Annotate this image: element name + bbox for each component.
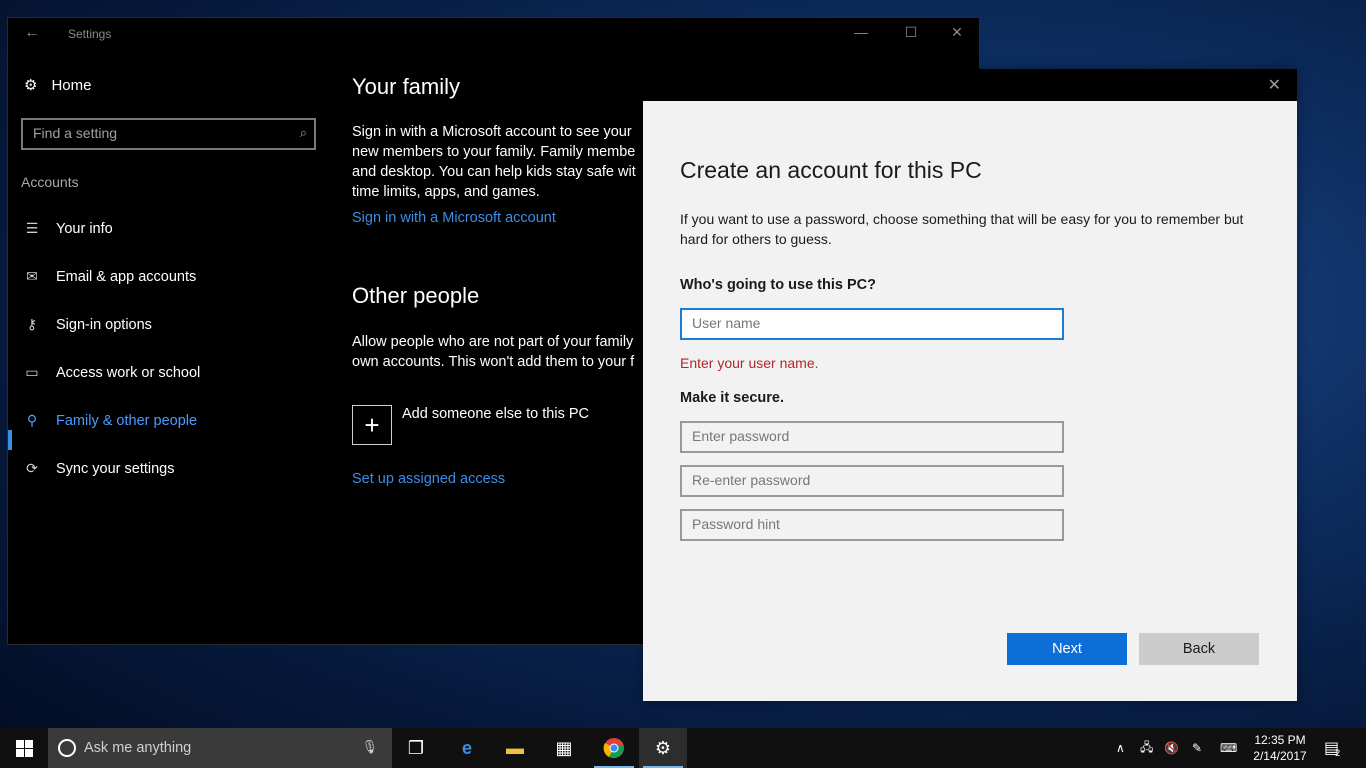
- sidebar-item-sync[interactable]: ⟳ Sync your settings: [24, 460, 174, 477]
- settings-titlebar: ← Settings — ☐ ✕: [8, 18, 979, 50]
- sidebar-home[interactable]: ⚙ Home: [24, 76, 92, 95]
- cortana-icon: [58, 739, 76, 757]
- active-indicator: [8, 430, 12, 450]
- family-title: Your family: [352, 74, 461, 99]
- family-text-line: and desktop. You can help kids stay safe…: [352, 164, 636, 180]
- other-people-title: Other people: [352, 283, 480, 308]
- task-view-icon[interactable]: ❐: [392, 728, 440, 768]
- file-explorer-icon[interactable]: ▬: [491, 728, 539, 768]
- sidebar-item-family[interactable]: ⚲ Family & other people: [24, 412, 197, 429]
- mail-icon: ✉: [26, 268, 38, 284]
- search-icon[interactable]: ⌕: [300, 125, 307, 141]
- volume-muted-icon[interactable]: 🔇: [1164, 728, 1179, 768]
- store-icon[interactable]: ▦: [540, 728, 588, 768]
- settings-gear-icon[interactable]: ⚙: [639, 728, 687, 768]
- home-label: Home: [51, 76, 92, 94]
- who-label: Who's going to use this PC?: [680, 277, 876, 293]
- username-error: Enter your user name.: [680, 355, 819, 371]
- key-icon: ⚷: [26, 316, 38, 332]
- chrome-logo: [603, 738, 624, 759]
- other-text-line: own accounts. This won't add them to you…: [352, 354, 635, 370]
- create-account-dialog: ✕ Create an account for this PC If you w…: [643, 69, 1297, 701]
- other-text-line: Allow people who are not part of your fa…: [352, 334, 634, 350]
- family-text-line: Sign in with a Microsoft account to see …: [352, 124, 632, 140]
- plus-icon: +: [364, 409, 380, 440]
- chrome-icon[interactable]: [590, 728, 638, 768]
- start-button[interactable]: [0, 728, 48, 768]
- back-arrow-icon[interactable]: ←: [24, 24, 40, 42]
- gear-icon: ⚙: [24, 77, 38, 94]
- secure-label: Make it secure.: [680, 390, 784, 406]
- minimize-button[interactable]: —: [838, 24, 884, 40]
- pen-icon[interactable]: ✎: [1192, 728, 1202, 768]
- sidebar-item-label: Access work or school: [56, 364, 201, 381]
- show-hidden-icons-icon[interactable]: ∧: [1116, 728, 1125, 768]
- username-input[interactable]: User name: [680, 308, 1064, 340]
- dialog-title: Create an account for this PC: [680, 157, 982, 183]
- family-text-line: new members to your family. Family membe: [352, 144, 636, 160]
- person-icon: ⚲: [26, 412, 38, 428]
- section-label: Accounts: [21, 174, 79, 190]
- reenter-password-input[interactable]: Re-enter password: [680, 465, 1064, 497]
- cortana-placeholder: Ask me anything: [84, 740, 192, 756]
- sync-icon: ⟳: [26, 460, 38, 476]
- assigned-access-link[interactable]: Set up assigned access: [352, 471, 505, 487]
- sidebar-item-label: Sync your settings: [56, 460, 175, 477]
- dialog-description: If you want to use a password, choose so…: [680, 211, 1244, 247]
- add-person-button[interactable]: +: [352, 405, 392, 445]
- sidebar-item-your-info[interactable]: ☰ Your info: [24, 220, 113, 237]
- sidebar-item-label: Your info: [56, 220, 113, 237]
- sidebar: ⚙ Home Find a setting ⌕ Accounts ☰ Your …: [8, 50, 328, 646]
- maximize-button[interactable]: ☐: [888, 24, 934, 41]
- clock-date: 2/14/2017: [1253, 749, 1307, 763]
- clock[interactable]: 12:35 PM 2/14/2017: [1250, 732, 1310, 764]
- network-icon[interactable]: 🖧: [1140, 728, 1153, 768]
- microsoft-signin-link[interactable]: Sign in with a Microsoft account: [352, 210, 556, 226]
- next-button[interactable]: Next: [1007, 633, 1127, 665]
- window-title: Settings: [68, 27, 112, 41]
- back-button[interactable]: Back: [1139, 633, 1259, 665]
- windows-logo-icon: [15, 739, 33, 757]
- microphone-icon[interactable]: 🎙: [361, 739, 378, 755]
- find-setting-input[interactable]: Find a setting ⌕: [21, 118, 316, 150]
- add-someone-label[interactable]: Add someone else to this PC: [402, 406, 589, 422]
- clock-time: 12:35 PM: [1254, 733, 1306, 747]
- sidebar-item-email-accounts[interactable]: ✉ Email & app accounts: [24, 268, 196, 285]
- dialog-close-icon[interactable]: ✕: [1268, 75, 1281, 95]
- edge-icon[interactable]: e: [443, 728, 491, 768]
- sidebar-item-label: Email & app accounts: [56, 268, 197, 285]
- user-info-icon: ☰: [25, 220, 39, 236]
- password-hint-input[interactable]: Password hint: [680, 509, 1064, 541]
- search-placeholder: Find a setting: [33, 125, 118, 141]
- family-text-line: time limits, apps, and games.: [352, 184, 540, 200]
- sidebar-item-label: Family & other people: [56, 412, 198, 429]
- notification-count: 2: [1335, 748, 1341, 758]
- sidebar-item-sign-in-options[interactable]: ⚷ Sign-in options: [24, 316, 152, 333]
- sidebar-item-label: Sign-in options: [56, 316, 152, 333]
- action-center-icon[interactable]: ▤ 2: [1324, 728, 1340, 768]
- briefcase-icon: ▭: [25, 364, 39, 380]
- keyboard-icon[interactable]: ⌨: [1220, 728, 1237, 768]
- close-button[interactable]: ✕: [934, 24, 980, 41]
- dialog-titlebar: ✕: [643, 69, 1297, 101]
- cortana-search-box[interactable]: Ask me anything 🎙: [48, 728, 392, 768]
- taskbar: Ask me anything 🎙 ❐ e ▬ ▦ ⚙ ∧ 🖧 🔇 ✎ ⌨ 12…: [0, 728, 1366, 768]
- password-input[interactable]: Enter password: [680, 421, 1064, 453]
- sidebar-item-work-school[interactable]: ▭ Access work or school: [24, 364, 200, 381]
